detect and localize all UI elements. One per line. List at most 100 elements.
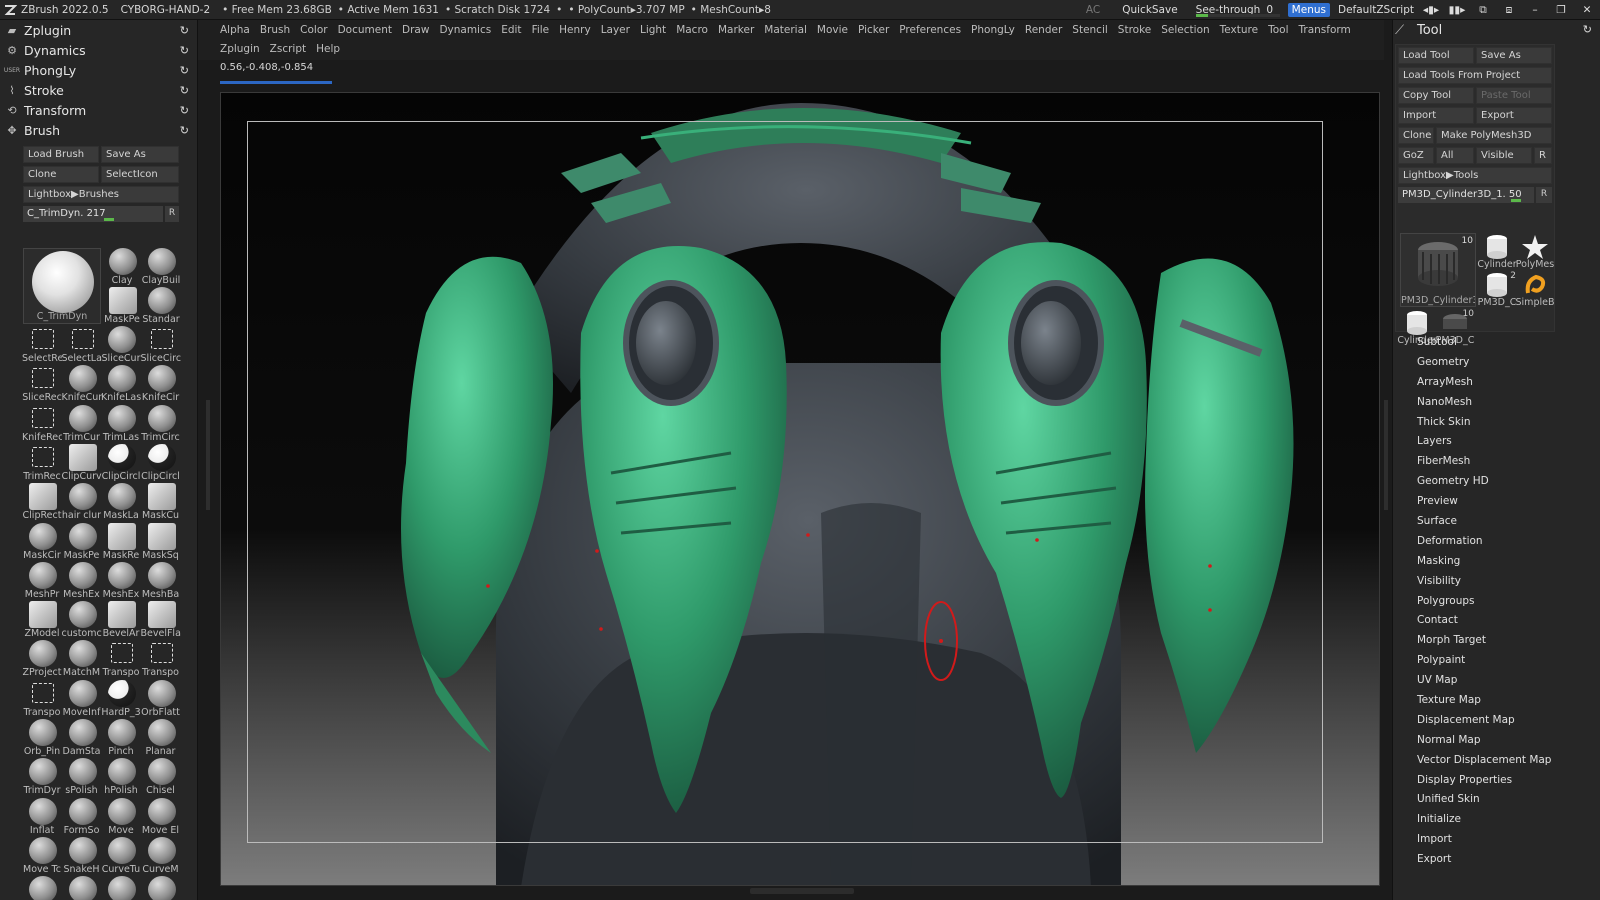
menu-item-stroke[interactable]: Stroke <box>1118 24 1151 36</box>
brush-icon-morph[interactable]: Morph <box>22 874 62 900</box>
save-tool-button[interactable]: Save As <box>1476 47 1552 64</box>
brush-icon-trimrec[interactable]: TrimRec <box>22 442 62 482</box>
goz-all-button[interactable]: All <box>1436 147 1474 164</box>
brush-icon-cliprect[interactable]: ClipRect <box>22 481 62 521</box>
goz-button[interactable]: GoZ <box>1398 147 1434 164</box>
brush-icon-smooth[interactable]: Smooth <box>141 874 181 900</box>
brush-icon-maskla[interactable]: MaskLa <box>101 481 141 521</box>
subpalette-vector-displacement-map[interactable]: Vector Displacement Map <box>1417 750 1551 770</box>
brush-icon-move-tc[interactable]: Move Tc <box>22 835 62 875</box>
right-scrollbar[interactable] <box>1384 400 1388 510</box>
subpalette-surface[interactable]: Surface <box>1417 511 1551 531</box>
brush-icon-clipcurv[interactable]: ClipCurv <box>62 442 102 482</box>
brush-icon-knifelas[interactable]: KnifeLas <box>101 363 141 403</box>
menu-item-file[interactable]: File <box>532 24 550 36</box>
brush-icon-bevelfla[interactable]: BevelFla <box>141 599 181 639</box>
menu-item-marker[interactable]: Marker <box>718 24 754 36</box>
brush-icon-transpo[interactable]: Transpo <box>141 638 181 678</box>
brush-icon-damsta[interactable]: DamSta <box>62 717 102 757</box>
section-zplugin[interactable]: ▰ Zplugin ↻ <box>0 20 197 40</box>
subpalette-display-properties[interactable]: Display Properties <box>1417 770 1551 790</box>
arrows-icon[interactable]: ◂▮▸ <box>1422 4 1440 16</box>
quicksave-button[interactable]: QuickSave <box>1122 4 1177 16</box>
minimize-icon[interactable]: – <box>1526 4 1544 16</box>
refresh-icon[interactable]: ↻ <box>180 64 189 77</box>
brush-icon-claybuil[interactable]: ClayBuil <box>141 246 181 286</box>
subpalette-deformation[interactable]: Deformation <box>1417 531 1551 551</box>
subpalette-displacement-map[interactable]: Displacement Map <box>1417 710 1551 730</box>
section-stroke[interactable]: ⌇ Stroke ↻ <box>0 80 197 100</box>
brush-icon-meshex[interactable]: MeshEx <box>101 560 141 600</box>
menu-item-render[interactable]: Render <box>1025 24 1062 36</box>
subpalette-polypaint[interactable]: Polypaint <box>1417 650 1551 670</box>
brush-icon-hardp-3[interactable]: HardP_3 <box>101 678 141 718</box>
brush-icon-zmodel[interactable]: ZModel <box>22 599 62 639</box>
subpalette-thick-skin[interactable]: Thick Skin <box>1417 412 1551 432</box>
refresh-icon[interactable]: ↻ <box>180 84 189 97</box>
brush-icon-slicecirc[interactable]: SliceCirc <box>141 324 181 364</box>
refresh-icon[interactable]: ↻ <box>1583 23 1592 36</box>
brush-icon-trimdyr[interactable]: TrimDyr <box>22 756 62 796</box>
brush-icon-meshex[interactable]: MeshEx <box>62 560 102 600</box>
menu-item-brush[interactable]: Brush <box>260 24 290 36</box>
brush-icon-chisel[interactable]: Chisel <box>141 756 181 796</box>
brush-icon-trimlas[interactable]: TrimLas <box>101 403 141 443</box>
brush-icon-meshba[interactable]: MeshBa <box>141 560 181 600</box>
menu-item-help[interactable]: Help <box>316 43 340 55</box>
brush-icon-formso[interactable]: FormSo <box>62 796 102 836</box>
subpalette-visibility[interactable]: Visibility <box>1417 571 1551 591</box>
goz-visible-button[interactable]: Visible <box>1476 147 1532 164</box>
brush-icon-matchm[interactable]: MatchM <box>62 638 102 678</box>
brush-icon-hpolish[interactable]: hPolish <box>101 756 141 796</box>
refresh-icon[interactable]: ↻ <box>180 44 189 57</box>
section-phongly[interactable]: USER PhongLy ↻ <box>0 60 197 80</box>
lightbox-brushes-button[interactable]: Lightbox▶Brushes <box>23 186 179 203</box>
ac-label[interactable]: AC <box>1086 4 1100 16</box>
brush-icon-trimcur[interactable]: TrimCur <box>62 403 102 443</box>
brush-icon-pinch[interactable]: Pinch <box>101 717 141 757</box>
brush-icon-clay[interactable]: Clay <box>102 246 142 286</box>
brush-icon-maskcu[interactable]: MaskCu <box>141 481 181 521</box>
subpalette-contact[interactable]: Contact <box>1417 610 1551 630</box>
menu-item-phongly[interactable]: PhongLy <box>971 24 1015 36</box>
brush-icon-clipcircl[interactable]: ClipCircl <box>101 442 141 482</box>
tool-thumb-polymesh[interactable]: PolyMes <box>1516 233 1554 271</box>
subpalette-unified-skin[interactable]: Unified Skin <box>1417 789 1551 809</box>
brush-icon-maskpe[interactable]: MaskPe <box>102 285 142 325</box>
clone-tool-button[interactable]: Clone <box>1398 127 1434 144</box>
copy-tool-button[interactable]: Copy Tool <box>1398 87 1474 104</box>
clone-brush-button[interactable]: Clone <box>23 166 99 183</box>
brush-icon-selectla[interactable]: SelectLa <box>62 324 102 364</box>
menu-item-layer[interactable]: Layer <box>601 24 630 36</box>
brush-icon-orbflatt[interactable]: OrbFlatt <box>141 678 181 718</box>
brush-icon-customc[interactable]: customc <box>62 599 102 639</box>
see-through-slider[interactable]: See-through 0 <box>1195 3 1280 17</box>
brush-icon-maskre[interactable]: MaskRe <box>101 521 141 561</box>
menu-item-draw[interactable]: Draw <box>402 24 429 36</box>
brush-icon-masksq[interactable]: MaskSq <box>141 521 181 561</box>
subpalette-geometry[interactable]: Geometry <box>1417 352 1551 372</box>
brush-icon-move[interactable]: Move <box>101 796 141 836</box>
layout-icon[interactable]: ⧉ <box>1474 4 1492 17</box>
menus-toggle-button[interactable]: Menus <box>1287 3 1330 17</box>
menu-item-tool[interactable]: Tool <box>1268 24 1288 36</box>
load-tool-button[interactable]: Load Tool <box>1398 47 1474 64</box>
canvas-viewport[interactable] <box>220 92 1380 886</box>
menu-item-preferences[interactable]: Preferences <box>899 24 961 36</box>
brush-icon-curvetu[interactable]: CurveTu <box>101 835 141 875</box>
subpalette-export[interactable]: Export <box>1417 849 1551 869</box>
brush-icon-planar[interactable]: Planar <box>141 717 181 757</box>
left-scrollbar[interactable] <box>206 400 210 510</box>
subpalette-normal-map[interactable]: Normal Map <box>1417 730 1551 750</box>
brush-icon-maskpe[interactable]: MaskPe <box>62 521 102 561</box>
maximize-icon[interactable]: ❐ <box>1552 4 1570 16</box>
export-tool-button[interactable]: Export <box>1476 107 1552 124</box>
select-icon-button[interactable]: SelectIcon <box>101 166 179 183</box>
goz-r-button[interactable]: R <box>1534 147 1552 164</box>
menu-item-light[interactable]: Light <box>640 24 666 36</box>
brush-icon-inflat[interactable]: Inflat <box>22 796 62 836</box>
subpalette-uv-map[interactable]: UV Map <box>1417 670 1551 690</box>
brush-icon-transpo[interactable]: Transpo <box>101 638 141 678</box>
subpalette-polygroups[interactable]: Polygroups <box>1417 591 1551 611</box>
menu-item-alpha[interactable]: Alpha <box>220 24 250 36</box>
